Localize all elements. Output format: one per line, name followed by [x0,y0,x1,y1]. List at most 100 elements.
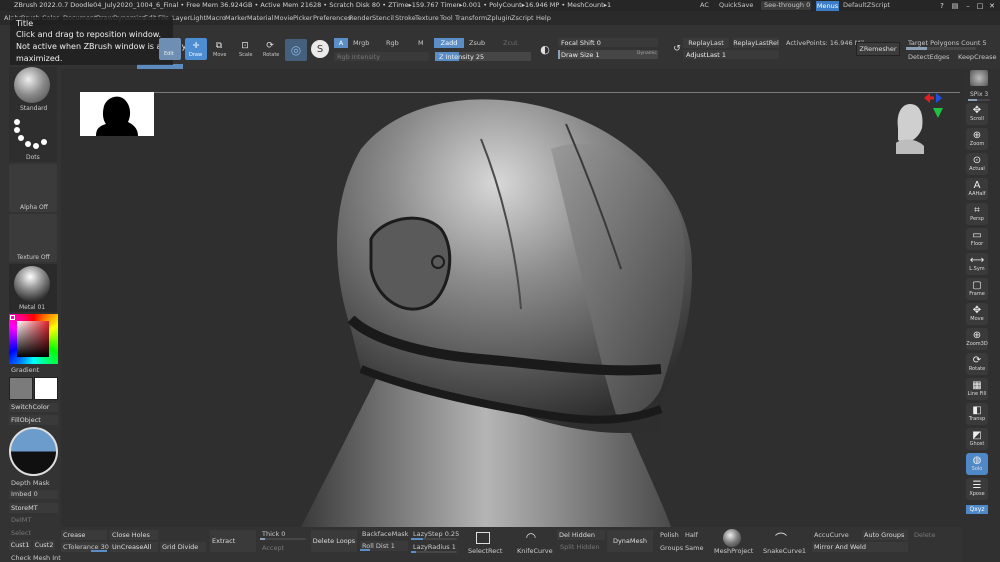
keep-creases-button[interactable]: KeepCrease [958,54,997,61]
shelf-move[interactable]: ✥ Move [966,303,988,325]
shelf-solo[interactable]: ◍ Solo [966,453,988,475]
select-label[interactable]: Select [11,530,31,537]
default-zscript[interactable]: DefaultZScript [843,2,890,9]
replay-last-rel-button[interactable]: ReplayLastRel [733,38,779,48]
xyz-symmetry-button[interactable]: Qxyz [966,505,988,514]
lazystep-label[interactable]: LazyStep 0.25 [413,531,459,538]
del-mt-button[interactable]: DelMT [11,517,31,524]
rotate-icon[interactable]: ⟳ [263,40,277,51]
help-icon[interactable]: ? [937,1,947,10]
mirror-weld-button[interactable]: Mirror And Weld [812,542,908,552]
menu-zplugin[interactable]: Zplugin [487,15,512,22]
nav-gizmo[interactable] [888,88,950,158]
minimize-icon[interactable]: – [963,1,973,10]
lazystep-slider[interactable] [411,538,457,540]
backface-mask-button[interactable]: BackfaceMask [362,531,408,538]
brush-size-icon[interactable]: ◐ [538,42,552,56]
shelf-persp[interactable]: ⌗ Persp [966,203,988,225]
shelf-l-sym[interactable]: ⟷ L.Sym [966,253,988,275]
crease-button[interactable]: Crease [61,530,107,540]
menu-material[interactable]: Material [247,15,273,22]
menu-help[interactable]: Help [536,15,551,22]
menu-tool[interactable]: Tool [440,15,453,22]
menu-marker[interactable]: Marker [225,15,247,22]
close-holes-button[interactable]: Close Holes [110,530,158,540]
menu-layer[interactable]: Layer [172,15,190,22]
snake-curve-icon[interactable]: ⌒ [771,531,791,546]
zremesher-button[interactable]: ZRemesher [856,42,900,56]
groups-button[interactable]: Groups [660,545,683,552]
maximize-icon[interactable]: □ [975,1,985,10]
menu-picker[interactable]: Picker [293,15,312,22]
replay-last-button[interactable]: ReplayLast [683,38,729,48]
shelf-line-fill[interactable]: ▦ Line Fill [966,378,988,400]
menu-zscript[interactable]: Zscript [511,15,534,22]
dynamesh-button[interactable]: DynaMesh [607,530,653,552]
replay-icon[interactable]: ↺ [671,42,683,56]
depth-mask-preview[interactable] [9,427,58,476]
secondary-color-swatch[interactable] [34,377,58,400]
half-button[interactable]: Half [685,532,698,539]
auto-groups-button[interactable]: Auto Groups [862,530,908,540]
move-icon[interactable]: ⧉ [212,40,226,51]
detect-edges-button[interactable]: DetectEdges [908,54,949,61]
left-collapse[interactable] [0,275,6,293]
uncrease-all-button[interactable]: UnCreaseAll [110,542,158,552]
accept-button[interactable]: Accept [262,545,284,552]
accu-curve-button[interactable]: AccuCurve [814,532,849,539]
layout-icon[interactable]: ▤ [950,1,960,10]
shelf-actual[interactable]: ⊙ Actual [966,153,988,175]
cust1-button[interactable]: Cust1 [9,540,31,550]
menu-render[interactable]: Render [349,15,372,22]
target-polygons-slider[interactable] [906,47,976,50]
m-button[interactable]: M [418,40,424,47]
del-hidden-button[interactable]: Del Hidden [557,530,605,540]
zsub-button[interactable]: Zsub [469,40,485,47]
menu-movie[interactable]: Movie [274,15,293,22]
check-mesh-button[interactable]: Check Mesh Int [11,555,61,562]
grid-divide-button[interactable]: Grid Divide [160,542,206,552]
split-hidden-button[interactable]: Split Hidden [560,544,600,551]
menus-button[interactable]: Menus [816,1,839,11]
knife-curve-icon[interactable]: ◠ [523,529,539,545]
shelf-scroll[interactable]: ✥ Scroll [966,103,988,125]
delete-loops-button[interactable]: Delete Loops [311,530,357,552]
spix-slider[interactable] [968,99,990,101]
switch-color-button[interactable]: SwitchColor [9,403,58,412]
shelf-transp[interactable]: ◧ Transp [966,403,988,425]
menu-stroke[interactable]: Stroke [395,15,416,22]
gradient-label[interactable]: Gradient [11,367,39,374]
shelf-zoom3d[interactable]: ⊕ Zoom3D [966,328,988,350]
rgb-button[interactable]: Rgb [386,40,399,47]
shelf-aahalf[interactable]: A AAHalf [966,178,988,200]
dynamic-toggle[interactable]: Dynamic [637,51,657,57]
shelf-xpose[interactable]: ☰ Xpose [966,478,988,500]
delete-button[interactable]: Delete [914,532,935,539]
color-picker-square[interactable] [17,321,49,357]
shelf-frame[interactable]: ▢ Frame [966,278,988,300]
zadd-button[interactable]: Zadd [434,38,464,48]
thick-label[interactable]: Thick 0 [262,531,285,538]
mesh-project-icon[interactable] [723,529,741,547]
scale-icon[interactable]: ⊡ [238,40,252,51]
cust2-button[interactable]: Cust2 [33,540,55,550]
lazyradius-label[interactable]: LazyRadius 1 [413,544,456,551]
extract-button[interactable]: Extract [210,530,256,552]
menu-preferences[interactable]: Preferences [313,15,351,22]
fill-object-button[interactable]: FillObject [9,415,58,425]
primary-color-swatch[interactable] [9,377,33,400]
zcut-button[interactable]: Zcut [503,40,518,47]
shelf-rotate[interactable]: ⟳ Rotate [966,353,988,375]
shelf-ghost[interactable]: ◩ Ghost [966,428,988,450]
spix-label[interactable]: SPix 3 [970,92,988,98]
menu-transform[interactable]: Transform [455,15,487,22]
shelf-floor[interactable]: ▭ Floor [966,228,988,250]
select-rect-icon[interactable] [476,532,490,544]
quicksave-button[interactable]: QuickSave [719,2,753,9]
a-button[interactable]: A [334,38,348,48]
target-polygons-label[interactable]: Target Polygons Count 5 [908,40,987,47]
menu-light[interactable]: Light [190,15,206,22]
mrgb-button[interactable]: Mrgb [353,40,369,47]
thick-slider[interactable] [260,538,306,540]
polish-button[interactable]: Polish [660,532,679,539]
